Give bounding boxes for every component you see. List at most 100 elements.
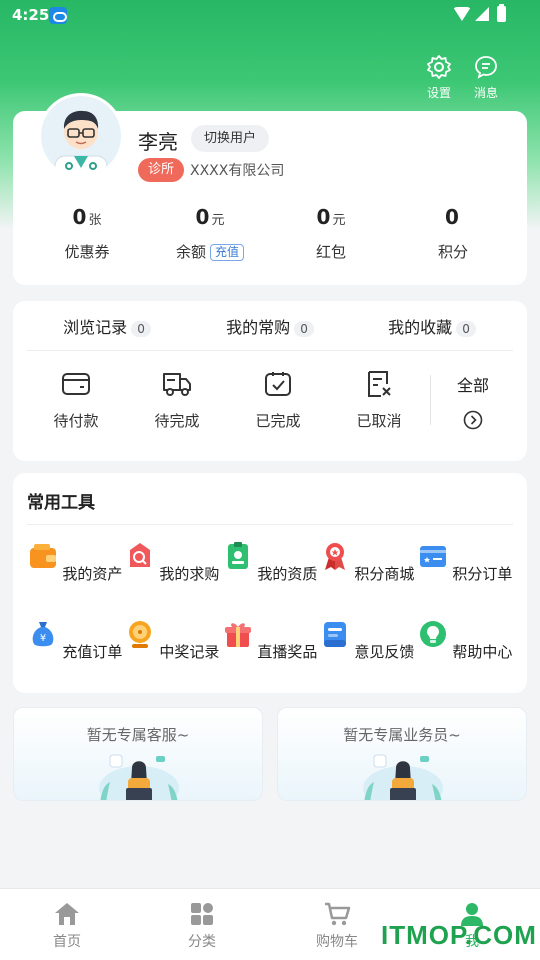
- certificate-icon: [227, 542, 248, 569]
- status-time: 4:25: [12, 6, 50, 24]
- tool-points-mall[interactable]: 积分商城: [318, 541, 416, 584]
- tab-home[interactable]: 首页: [27, 901, 107, 951]
- tool-label: 我的资质: [257, 565, 318, 583]
- stat-value: 0: [195, 205, 210, 229]
- tool-label: 帮助中心: [452, 643, 513, 661]
- cloud-notification-icon: [49, 7, 67, 24]
- history-count: 0: [294, 320, 314, 337]
- order-label: 已取消: [356, 412, 402, 430]
- customer-service-text: 暂无专属客服~: [86, 726, 190, 744]
- switch-user-button[interactable]: 切换用户: [191, 125, 269, 152]
- chevron-right-circle-icon: [463, 410, 483, 430]
- tool-recharge-orders[interactable]: ¥ 充值订单: [26, 619, 124, 662]
- company-name: XXXX有限公司: [190, 163, 285, 179]
- doc-cancel-icon: [368, 371, 391, 397]
- salesperson-card[interactable]: 暂无专属业务员~: [277, 707, 527, 801]
- tab-category[interactable]: 分类: [162, 901, 242, 951]
- settings-button[interactable]: 设置: [419, 54, 459, 101]
- truck-icon: [163, 373, 191, 396]
- stat-coupons[interactable]: 0张 优惠券: [27, 205, 147, 262]
- stat-value: 0: [316, 205, 331, 229]
- messages-button[interactable]: 消息: [466, 54, 506, 101]
- gift-icon: [224, 623, 251, 647]
- tool-label: 充值订单: [62, 643, 123, 661]
- stat-points[interactable]: 0 积分: [393, 205, 513, 262]
- clinic-badge: 诊所: [138, 158, 184, 182]
- tool-live-prizes[interactable]: 直播奖品: [221, 619, 319, 662]
- order-completed[interactable]: 已完成: [228, 370, 328, 431]
- box-check-icon: [265, 372, 291, 396]
- order-cancelled[interactable]: 已取消: [329, 370, 429, 431]
- all-orders-button[interactable]: 全部: [445, 372, 501, 430]
- history-count: 0: [131, 320, 151, 337]
- wifi-icon: [453, 7, 471, 21]
- tool-label: 直播奖品: [257, 643, 318, 661]
- medal-icon: [324, 543, 345, 570]
- divider: [27, 524, 513, 525]
- stat-red-packets[interactable]: 0元 红包: [271, 205, 391, 262]
- feedback-icon: [323, 622, 346, 647]
- tool-label: 积分商城: [354, 565, 415, 583]
- customer-service-card[interactable]: 暂无专属客服~: [13, 707, 263, 801]
- card-icon: [419, 546, 446, 567]
- tool-prize-records[interactable]: 中奖记录: [123, 619, 221, 662]
- stat-value: 0: [72, 205, 87, 229]
- cart-icon: [325, 902, 351, 926]
- grid-icon: [191, 903, 213, 925]
- prize-wheel-icon: [128, 621, 151, 648]
- salesperson-text: 暂无专属业务员~: [343, 726, 461, 744]
- tool-my-assets[interactable]: 我的资产: [26, 541, 124, 584]
- history-browse[interactable]: 浏览记录 0: [27, 314, 187, 338]
- avatar[interactable]: [38, 93, 124, 179]
- person-laptop-illustration: [99, 754, 179, 800]
- history-favorites[interactable]: 我的收藏 0: [352, 314, 512, 338]
- tool-points-orders[interactable]: 积分订单: [416, 541, 514, 584]
- history-frequent[interactable]: 我的常购 0: [190, 314, 350, 338]
- order-pending-payment[interactable]: 待付款: [26, 370, 126, 431]
- stat-unit: 元: [332, 213, 346, 228]
- tool-label: 中奖记录: [159, 643, 220, 661]
- user-name: 李亮: [138, 130, 178, 154]
- stat-unit: 张: [88, 213, 102, 228]
- divider: [430, 375, 431, 425]
- tool-feedback[interactable]: 意见反馈: [318, 619, 416, 662]
- stat-label: 优惠券: [64, 243, 110, 261]
- search-bag-icon: [129, 543, 150, 567]
- stat-label: 余额: [175, 243, 206, 261]
- stat-value: 0: [445, 205, 459, 229]
- tool-my-requests[interactable]: 我的求购: [123, 541, 221, 584]
- history-count: 0: [456, 320, 476, 337]
- tool-help-center[interactable]: 帮助中心: [416, 619, 514, 662]
- stat-balance[interactable]: 0元 余额 充值: [150, 205, 270, 262]
- svg-text:¥: ¥: [39, 633, 45, 644]
- message-icon: [475, 56, 497, 79]
- tab-label: 首页: [53, 934, 81, 950]
- order-in-progress[interactable]: 待完成: [127, 370, 227, 431]
- settings-label: 设置: [426, 86, 451, 100]
- doctor-avatar-icon: [54, 110, 108, 176]
- history-label: 我的常购: [226, 318, 291, 337]
- money-bag-icon: ¥: [32, 622, 53, 647]
- home-icon: [55, 903, 79, 925]
- tool-my-qualifications[interactable]: 我的资质: [221, 541, 319, 584]
- battery-icon: [497, 4, 506, 22]
- recharge-button[interactable]: 充值: [210, 244, 245, 261]
- wallet-icon: [62, 373, 90, 395]
- signal-icon: [475, 7, 489, 21]
- status-bar: 4:25: [0, 0, 540, 32]
- stat-label: 积分: [437, 243, 468, 261]
- stat-label: 红包: [315, 243, 346, 261]
- person-laptop-illustration: [363, 754, 443, 800]
- tab-cart[interactable]: 购物车: [297, 901, 377, 951]
- gear-icon: [427, 55, 451, 79]
- watermark: ITMOP.COM: [381, 920, 537, 950]
- stat-unit: 元: [211, 213, 225, 228]
- messages-label: 消息: [473, 86, 498, 100]
- tool-label: 意见反馈: [354, 643, 415, 661]
- history-label: 我的收藏: [388, 318, 453, 337]
- wallet-icon: [29, 544, 56, 568]
- divider: [27, 350, 513, 351]
- tab-label: 购物车: [316, 934, 358, 950]
- lightbulb-icon: [419, 621, 446, 647]
- all-orders-label: 全部: [456, 376, 489, 395]
